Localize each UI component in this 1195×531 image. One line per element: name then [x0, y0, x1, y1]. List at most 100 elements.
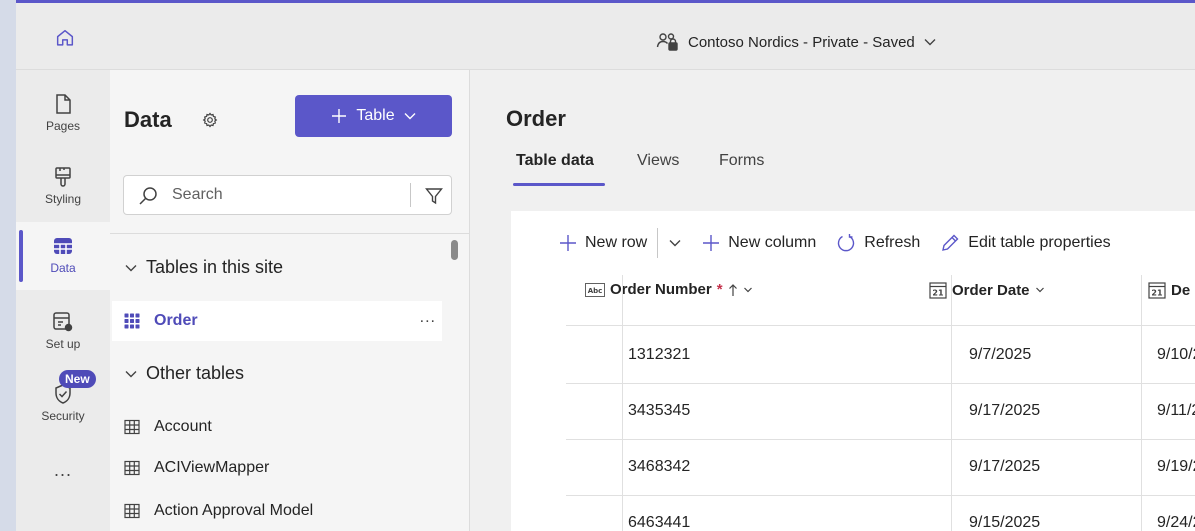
nav-styling[interactable]: Styling	[16, 153, 110, 221]
row-divider	[566, 495, 1195, 496]
tab-views[interactable]: Views	[637, 152, 679, 170]
nav-data-label: Data	[50, 261, 76, 275]
new-badge: New	[59, 370, 96, 388]
gear-icon[interactable]	[202, 112, 218, 128]
table-item-order[interactable]: Order ...	[112, 301, 442, 341]
table-icon	[54, 238, 72, 254]
table-grid-icon	[124, 313, 140, 329]
site-visibility-icon	[656, 33, 678, 51]
column-divider	[951, 275, 952, 531]
cell-order-number[interactable]: 1312321	[628, 346, 690, 364]
cell-delivery-date[interactable]: 9/10/2	[1157, 346, 1195, 364]
required-marker: *	[716, 281, 723, 298]
filter-icon[interactable]	[425, 187, 443, 205]
panel-divider	[110, 233, 469, 234]
new-column-button[interactable]: New column	[702, 234, 816, 252]
edit-table-properties-button[interactable]: Edit table properties	[940, 233, 1111, 253]
svg-text:21: 21	[932, 289, 944, 298]
search-icon	[139, 187, 157, 205]
text-type-icon: Abc	[585, 282, 605, 297]
tab-forms[interactable]: Forms	[719, 152, 764, 170]
toolbar-divider	[657, 228, 659, 258]
cell-order-date[interactable]: 9/15/2025	[969, 514, 1040, 531]
nav-setup-label: Set up	[45, 337, 81, 351]
calendar-icon: 21	[929, 282, 947, 299]
add-table-label: Table	[356, 107, 395, 124]
section-other-tables-label: Other tables	[146, 363, 245, 383]
column-divider	[1141, 275, 1142, 531]
column-header-label: Order Number	[610, 281, 712, 298]
section-tables-in-site[interactable]: Tables in this site	[124, 257, 283, 278]
data-grid: New row New column Refresh Edit table pr…	[511, 211, 1195, 531]
active-tab-indicator	[513, 183, 605, 186]
tab-table-data[interactable]: Table data	[516, 152, 594, 170]
cell-order-number[interactable]: 3468342	[628, 458, 690, 476]
more-options-icon[interactable]: ...	[420, 309, 436, 327]
cell-order-number[interactable]: 3435345	[628, 402, 690, 420]
chevron-down-icon[interactable]	[668, 236, 682, 250]
search-divider	[410, 183, 411, 207]
paintbrush-icon	[55, 167, 71, 187]
cell-delivery-date[interactable]: 9/19/2	[1157, 458, 1195, 476]
chevron-down-icon	[125, 264, 137, 271]
main-content: Order Table data Views Forms New row New…	[471, 70, 1195, 531]
setup-icon	[53, 312, 73, 332]
cell-order-date[interactable]: 9/7/2025	[969, 346, 1031, 364]
plus-icon	[560, 235, 576, 251]
panel-scrollbar[interactable]	[451, 240, 458, 260]
nav-pages-label: Pages	[45, 119, 81, 133]
table-item-account[interactable]: Account	[112, 407, 442, 447]
edit-table-properties-label: Edit table properties	[968, 234, 1111, 251]
column-header-order-number[interactable]: Abc Order Number *	[585, 281, 753, 298]
refresh-icon	[838, 234, 855, 252]
new-row-button[interactable]: New row	[559, 234, 647, 252]
plus-icon	[703, 235, 720, 251]
search-input[interactable]	[172, 186, 392, 204]
column-header-order-date[interactable]: 21 Order Date	[929, 281, 1045, 299]
column-header-label: Order Date	[952, 281, 1030, 299]
section-other-tables[interactable]: Other tables	[124, 363, 244, 384]
column-header-delivery-date[interactable]: 21 De	[1148, 281, 1190, 299]
chevron-down-icon	[743, 287, 752, 292]
new-row-label: New row	[585, 234, 648, 251]
table-outline-icon	[124, 503, 140, 519]
page-icon	[56, 94, 71, 114]
header-divider	[566, 325, 1195, 326]
nav-security[interactable]: Security New	[16, 370, 110, 438]
cell-delivery-date[interactable]: 9/24/2	[1157, 514, 1195, 531]
table-item-label: Account	[154, 418, 212, 435]
row-divider	[566, 383, 1195, 384]
refresh-button[interactable]: Refresh	[836, 233, 920, 253]
table-item-order-label: Order	[154, 312, 198, 329]
chevron-down-icon	[1035, 287, 1044, 293]
top-bar: Contoso Nordics - Private - Saved	[16, 3, 1195, 70]
new-column-label: New column	[728, 234, 817, 251]
data-panel: Data Table Tables in this site Order ...	[110, 70, 470, 531]
site-title-text: Contoso Nordics - Private - Saved	[688, 33, 915, 51]
nav-setup[interactable]: Set up	[16, 298, 110, 366]
nav-more-button[interactable]: ...	[16, 460, 110, 481]
panel-title: Data	[124, 107, 172, 132]
plus-icon	[332, 109, 347, 123]
nav-pages[interactable]: Pages	[16, 80, 110, 148]
cell-delivery-date[interactable]: 9/11/2	[1157, 402, 1195, 420]
add-table-button[interactable]: Table	[295, 95, 452, 137]
cell-order-number[interactable]: 6463441	[628, 514, 690, 531]
grid-toolbar: New row New column Refresh Edit table pr…	[511, 211, 1195, 275]
table-item-label: ACIViewMapper	[154, 459, 270, 476]
nav-security-label: Security	[41, 409, 85, 423]
search-box	[123, 175, 452, 215]
site-status[interactable]: Contoso Nordics - Private - Saved	[656, 32, 937, 52]
svg-text:21: 21	[1151, 289, 1163, 298]
cell-order-date[interactable]: 9/17/2025	[969, 402, 1040, 420]
svg-text:Abc: Abc	[588, 287, 603, 295]
cell-order-date[interactable]: 9/17/2025	[969, 458, 1040, 476]
row-divider	[566, 439, 1195, 440]
home-icon[interactable]	[54, 27, 76, 49]
refresh-label: Refresh	[864, 234, 921, 251]
left-nav: Pages Styling Data Set up Security New .…	[16, 70, 110, 531]
table-outline-icon	[124, 419, 140, 435]
table-item-action-approval-model[interactable]: Action Approval Model	[112, 491, 442, 531]
table-item-aciviewmapper[interactable]: ACIViewMapper	[112, 448, 442, 488]
nav-data[interactable]: Data	[16, 222, 110, 290]
